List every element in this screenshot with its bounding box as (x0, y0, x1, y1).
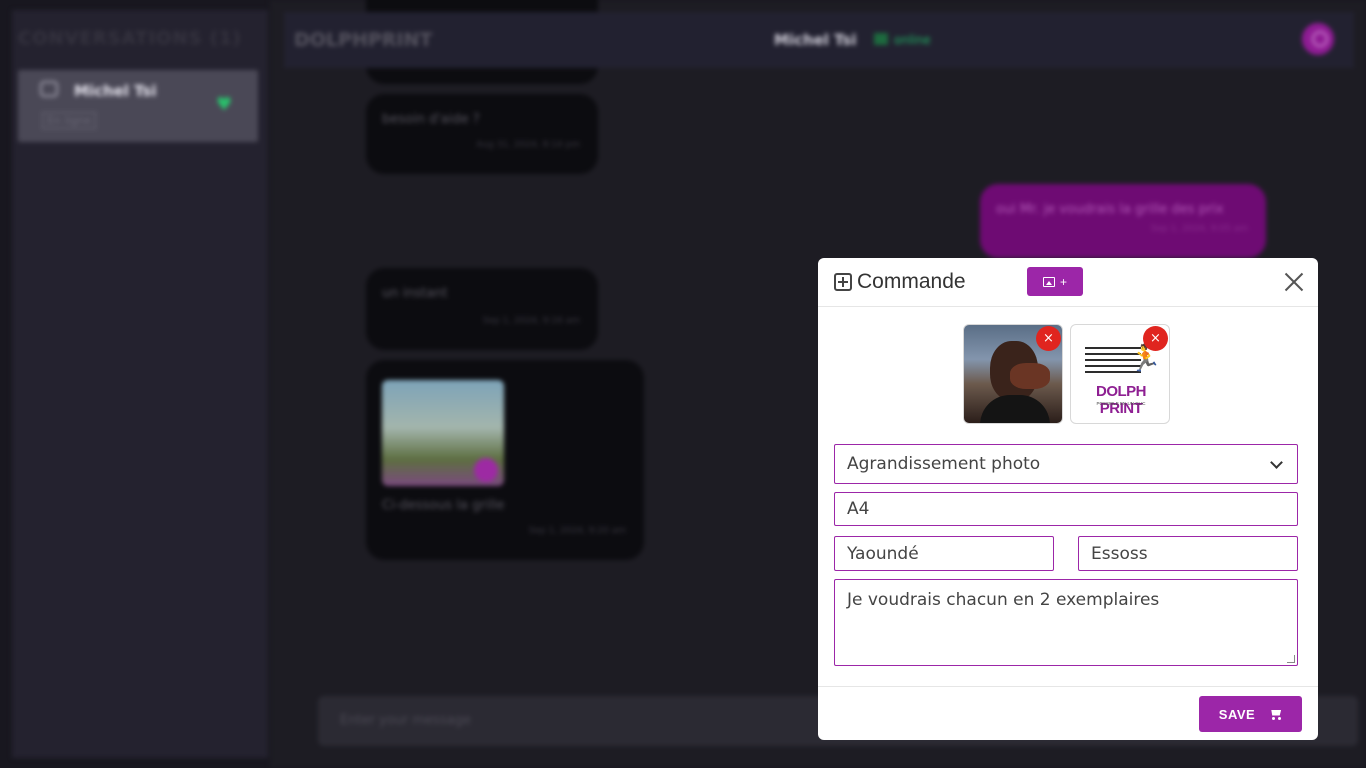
remove-image-button[interactable]: × (1036, 326, 1061, 351)
chevron-down-icon (1270, 456, 1283, 469)
message-bubble-incoming: besoin d'aide ? Aug 31, 2024, 8:14 pm (366, 94, 598, 174)
message-timestamp: Sep 1, 2024, 9:05 am (1150, 224, 1248, 234)
city-input[interactable]: Yaoundé (834, 536, 1054, 571)
message-timestamp: Sep 1, 2024, 9:20 am (528, 526, 626, 536)
order-modal: Commande + 🏃 DOLPH PRINT POSSIBLE EN UN … (818, 258, 1318, 740)
add-image-button[interactable]: + (1027, 267, 1083, 296)
message-bubble-incoming: un instant Sep 1, 2024, 9:16 am (366, 268, 598, 350)
note-textarea[interactable]: Je voudrais chacun en 2 exemplaires (834, 579, 1298, 666)
message-text: Ci-dessous la grille (382, 498, 505, 513)
brand-name: DOLPHPRINT (294, 29, 433, 51)
peer-status-label: online (894, 33, 931, 47)
size-input[interactable]: A4 (834, 492, 1298, 526)
district-input[interactable]: Essoss (1078, 536, 1298, 571)
conversation-status-badge: En ligne (42, 112, 97, 129)
image-icon (1042, 276, 1055, 287)
sidebar: CONVERSATIONS (1) Michel Tsi En ligne ♥ (12, 10, 268, 758)
conversation-name: Michel Tsi (74, 82, 157, 100)
size-input-value: A4 (847, 499, 870, 519)
play-icon (474, 458, 498, 482)
message-text: besoin d'aide ? (382, 112, 480, 127)
product-select[interactable]: Agrandissement photo (834, 444, 1298, 484)
plus-square-icon (834, 273, 852, 291)
message-bubble-incoming-image: Ci-dessous la grille Sep 1, 2024, 9:20 a… (366, 360, 644, 560)
message-input-placeholder: Enter your message (340, 713, 471, 728)
resize-handle-icon[interactable] (1287, 655, 1295, 663)
portrait-shirt (980, 395, 1050, 423)
chat-header: DOLPHPRINT Michel Tsi online (284, 12, 1354, 68)
save-button-label: SAVE (1218, 706, 1256, 722)
product-select-value: Agrandissement photo (847, 454, 1041, 474)
image-thumbnails: 🏃 DOLPH PRINT POSSIBLE EN UN CLIC × × (963, 324, 1173, 424)
message-bubble-outgoing: oui Mr. je voudrais la grille des prix S… (980, 184, 1266, 258)
message-text: oui Mr. je voudrais la grille des prix (996, 202, 1224, 217)
heart-icon: ♥ (216, 94, 233, 115)
logo-subtitle: POSSIBLE EN UN CLIC (1096, 401, 1146, 406)
peer-status: online (874, 33, 931, 47)
district-input-value: Essoss (1091, 543, 1148, 564)
message-timestamp: Sep 1, 2024, 9:16 am (482, 316, 580, 326)
online-dot-icon (874, 33, 888, 45)
peer-name: Michel Tsi (774, 31, 857, 49)
message-text: un instant (382, 286, 448, 301)
chat-bubble-icon (40, 81, 58, 97)
save-button[interactable]: SAVE (1199, 696, 1302, 732)
modal-header: Commande + (818, 258, 1318, 307)
portrait-hand (1010, 363, 1050, 389)
user-avatar-icon[interactable] (1302, 23, 1334, 55)
remove-image-button[interactable]: × (1143, 326, 1168, 351)
cart-icon (1269, 709, 1282, 720)
city-input-value: Yaoundé (847, 543, 919, 564)
message-image[interactable] (382, 380, 504, 486)
logo-text: DOLPH PRINT (1096, 383, 1147, 417)
note-textarea-value: Je voudrais chacun en 2 exemplaires (847, 590, 1160, 610)
modal-footer: SAVE (818, 686, 1318, 740)
modal-title: Commande (857, 270, 966, 293)
sidebar-title: CONVERSATIONS (1) (18, 28, 242, 49)
close-icon[interactable] (1284, 272, 1304, 292)
message-timestamp: Aug 31, 2024, 8:14 pm (476, 140, 580, 150)
conversation-item[interactable]: Michel Tsi En ligne ♥ (18, 70, 258, 142)
add-image-label: + (1059, 274, 1067, 289)
